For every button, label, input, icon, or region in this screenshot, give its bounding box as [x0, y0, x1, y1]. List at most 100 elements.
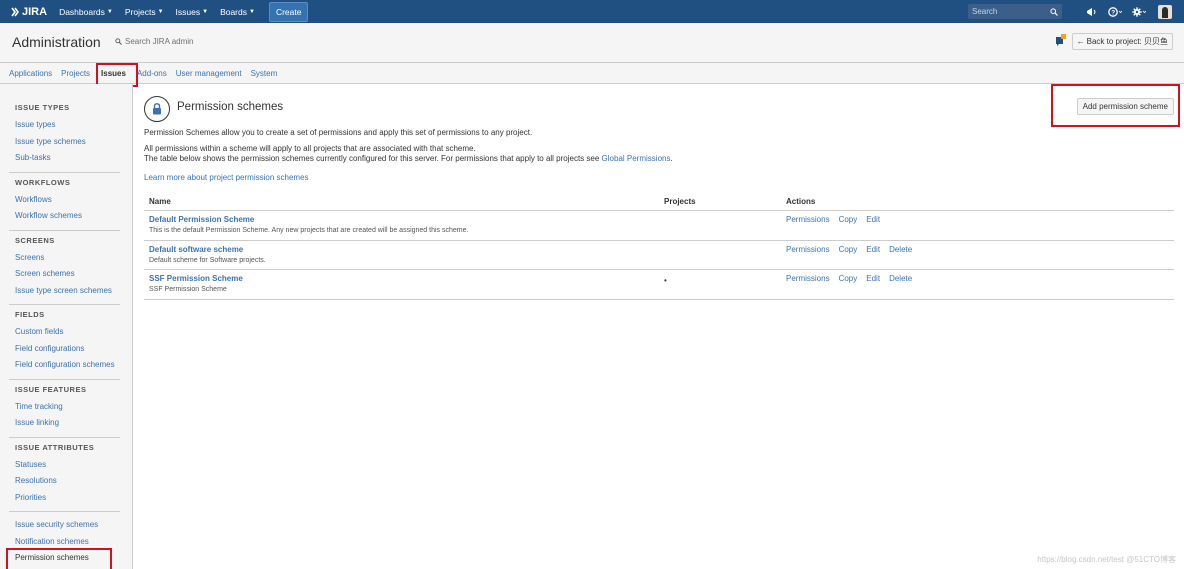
scheme-name-link[interactable]: SSF Permission Scheme [149, 274, 658, 283]
nav-projects[interactable]: Projects ▼ [125, 7, 164, 17]
global-permissions-link[interactable]: Global Permissions [602, 154, 671, 163]
nav-dashboards[interactable]: Dashboards ▼ [59, 7, 113, 17]
column-header-projects: Projects [664, 196, 696, 206]
back-to-project-button[interactable]: ← Back to project: 贝贝鱼 [1071, 33, 1173, 50]
permission-schemes-table: Name Projects Actions Default Permission… [144, 192, 1174, 300]
megaphone-icon[interactable] [1084, 5, 1098, 19]
search-placeholder: Search [972, 7, 998, 16]
action-permissions[interactable]: Permissions [786, 274, 830, 283]
sidebar-item-statuses[interactable]: Statuses [9, 458, 120, 475]
section-title: Permission schemes [177, 101, 284, 113]
table-row: Default Permission Scheme This is the de… [144, 211, 1174, 241]
sidebar-item-permission-schemes[interactable]: Permission schemes [6, 548, 120, 569]
scheme-name-link[interactable]: Default Permission Scheme [149, 215, 658, 224]
sidebar-item-sub-tasks[interactable]: Sub-tasks [9, 151, 120, 168]
feedback-icon[interactable] [1056, 34, 1068, 46]
search-input[interactable]: Search [968, 4, 1062, 19]
nav-boards[interactable]: Boards ▼ [220, 7, 255, 17]
chevron-down-icon: ▼ [106, 8, 113, 15]
action-edit[interactable]: Edit [866, 215, 880, 224]
action-permissions[interactable]: Permissions [786, 245, 830, 254]
nav-dashboards-label: Dashboards [59, 6, 105, 17]
sidebar-item-priorities[interactable]: Priorities [9, 491, 120, 508]
chevron-down-icon: ▼ [157, 8, 164, 15]
search-icon [1050, 7, 1058, 16]
user-avatar[interactable] [1158, 4, 1172, 19]
scheme-projects: • [664, 276, 667, 285]
action-delete[interactable]: Delete [889, 274, 912, 283]
sidebar-item-time-tracking[interactable]: Time tracking [9, 400, 120, 417]
action-copy[interactable]: Copy [839, 215, 858, 224]
sidebar-item-field-configurations[interactable]: Field configurations [9, 342, 120, 359]
sidebar-heading: FIELDS [15, 310, 45, 319]
nav-projects-label: Projects [124, 6, 156, 17]
sidebar-group-fields: FIELDS Custom fields Field configuration… [9, 305, 120, 380]
sidebar-item-workflow-schemes[interactable]: Workflow schemes [9, 209, 120, 226]
column-header-name: Name [149, 196, 171, 206]
admin-tabs: Applications Projects Issues Add-ons Use… [0, 62, 1184, 87]
tab-user-management[interactable]: User management [176, 69, 242, 78]
sidebar-item-field-configuration-schemes[interactable]: Field configuration schemes [9, 358, 120, 375]
sidebar-item-issue-type-schemes[interactable]: Issue type schemes [9, 135, 120, 152]
sidebar-item-issue-linking[interactable]: Issue linking [9, 416, 120, 433]
action-copy[interactable]: Copy [839, 274, 858, 283]
back-to-project-label: Back to project: 贝贝鱼 [1086, 37, 1168, 46]
sidebar-item-resolutions[interactable]: Resolutions [9, 474, 120, 491]
sidebar-item-issue-security-schemes[interactable]: Issue security schemes [9, 518, 120, 535]
tab-add-ons[interactable]: Add-ons [137, 69, 167, 78]
sidebar-item-screen-schemes[interactable]: Screen schemes [9, 267, 120, 284]
sidebar-item-screens[interactable]: Screens [9, 251, 120, 268]
sidebar-group-schemes: Issue security schemes Notification sche… [6, 512, 120, 569]
main-content: Permission schemes Add permission scheme… [133, 84, 1184, 569]
nav-issues[interactable]: Issues ▼ [176, 7, 209, 17]
chevron-down-icon: ▼ [249, 8, 255, 15]
sidebar-item-workflows[interactable]: Workflows [9, 193, 120, 210]
sidebar: ISSUE TYPES Issue types Issue type schem… [0, 84, 133, 569]
description-text-suffix: . [670, 154, 673, 163]
jira-logo-icon [11, 7, 19, 16]
action-permissions[interactable]: Permissions [786, 215, 830, 224]
sidebar-item-issue-type-screen-schemes[interactable]: Issue type screen schemes [9, 284, 120, 301]
arrow-left-icon: ← [1076, 37, 1085, 46]
logo-text: JIRA [22, 5, 48, 18]
tab-projects[interactable]: Projects [61, 69, 90, 78]
add-permission-scheme-button[interactable]: Add permission scheme [1076, 98, 1174, 115]
create-button[interactable]: Create [268, 1, 309, 22]
sidebar-heading: SCREENS [15, 235, 55, 245]
gear-icon[interactable] [1132, 5, 1146, 19]
chevron-down-icon: ▼ [202, 8, 209, 15]
sidebar-group-workflows: WORKFLOWS Workflows Workflow schemes [9, 173, 120, 231]
admin-search-link[interactable]: Search JIRA admin [115, 37, 193, 46]
sidebar-heading: ISSUE ATTRIBUTES [15, 442, 95, 452]
description-text: Permission Schemes allow you to create a… [144, 128, 533, 137]
scheme-description: This is the default Permission Scheme. A… [149, 227, 469, 234]
action-copy[interactable]: Copy [839, 245, 858, 254]
action-delete[interactable]: Delete [889, 245, 912, 254]
table-row: SSF Permission Scheme SSF Permission Sch… [144, 270, 1174, 300]
sidebar-heading: WORKFLOWS [15, 177, 71, 187]
scheme-description: Default scheme for Software projects. [149, 256, 266, 264]
action-edit[interactable]: Edit [866, 245, 880, 254]
scheme-projects [658, 245, 786, 247]
action-edit[interactable]: Edit [866, 274, 880, 283]
page-title: Administration [12, 34, 101, 50]
column-header-actions: Actions [786, 196, 816, 206]
scheme-projects [658, 215, 786, 217]
tab-system[interactable]: System [251, 69, 278, 78]
sidebar-item-custom-fields[interactable]: Custom fields [9, 325, 120, 342]
jira-logo[interactable]: JIRA [10, 6, 47, 18]
sidebar-group-issue-features: ISSUE FEATURES Time tracking Issue linki… [9, 380, 120, 438]
sidebar-group-issue-attributes: ISSUE ATTRIBUTES Statuses Resolutions Pr… [9, 438, 120, 512]
lock-icon [144, 96, 170, 122]
scheme-name-link[interactable]: Default software scheme [149, 245, 658, 254]
admin-search-label: Search JIRA admin [125, 37, 194, 46]
admin-header: Administration Search JIRA admin ← Back … [0, 23, 1184, 63]
learn-more-link[interactable]: Learn more about project permission sche… [144, 173, 309, 182]
sidebar-item-issue-types[interactable]: Issue types [9, 118, 120, 135]
nav-issues-label: Issues [175, 6, 201, 17]
tab-applications[interactable]: Applications [9, 69, 52, 78]
help-icon[interactable]: ? [1108, 5, 1122, 19]
tab-issues[interactable]: Issues [96, 62, 138, 87]
top-navigation-bar: JIRA Dashboards ▼ Projects ▼ Issues ▼ Board… [0, 0, 1184, 23]
description-text-prefix: The table below shows the permission sch… [144, 154, 602, 163]
